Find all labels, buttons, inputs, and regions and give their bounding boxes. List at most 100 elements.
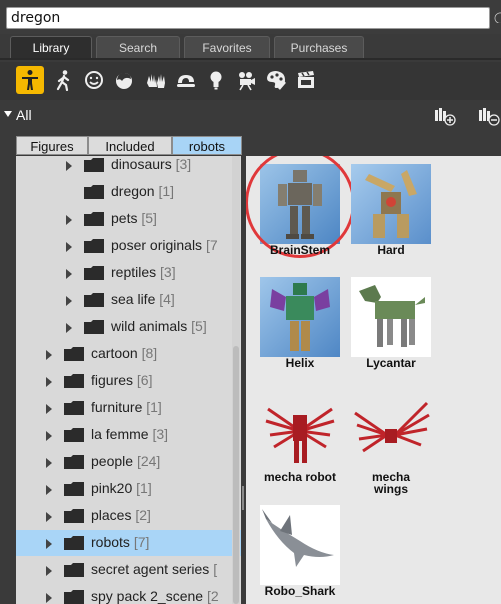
- item-label: Hard: [377, 243, 405, 257]
- tree-item[interactable]: reptiles [3]: [16, 260, 241, 286]
- filter-label[interactable]: All: [16, 107, 32, 123]
- folder-icon: [64, 455, 84, 469]
- tree-item[interactable]: cartoon [8]: [16, 341, 241, 367]
- tree-item[interactable]: spy pack 2_scene [2: [16, 584, 241, 604]
- tree-item-name: poser originals: [111, 237, 203, 253]
- folder-icon: [84, 320, 104, 334]
- tree-item-count: [7: [205, 237, 218, 253]
- tree-item[interactable]: figures [6]: [16, 368, 241, 394]
- content-item-mecha-wings[interactable]: mecha wings: [343, 383, 439, 495]
- tree-item-count: [2]: [135, 507, 151, 523]
- tree-item-name: wild animals: [111, 318, 188, 334]
- folder-icon: [84, 212, 104, 226]
- props-icon[interactable]: [172, 66, 200, 94]
- folder-icon: [64, 563, 84, 577]
- expand-arrow-icon[interactable]: [66, 242, 72, 252]
- folder-icon: [64, 536, 84, 550]
- tab-purchases[interactable]: Purchases: [274, 36, 364, 58]
- search-input[interactable]: dregon: [6, 7, 490, 29]
- tree-item-label: la femme [3]: [91, 426, 168, 442]
- tree-item-count: [7]: [133, 534, 150, 550]
- tree-scrollbar[interactable]: [232, 156, 240, 604]
- expand-arrow-icon[interactable]: [66, 161, 72, 171]
- tab-divider: [0, 58, 501, 60]
- expand-arrow-icon[interactable]: [46, 404, 52, 414]
- search-clear-icon[interactable]: ◯: [494, 11, 501, 23]
- tree-item[interactable]: pink20 [1]: [16, 476, 241, 502]
- content-item-helix[interactable]: Helix: [252, 269, 348, 381]
- thumbnail-mecha-wings: [351, 391, 431, 471]
- tab-search[interactable]: Search: [96, 36, 180, 58]
- expand-arrow-icon[interactable]: [46, 512, 52, 522]
- item-label: mecha robot: [263, 470, 336, 484]
- tree-item-count: [1]: [146, 399, 162, 415]
- folder-icon: [64, 374, 84, 388]
- splitter-grip[interactable]: [242, 486, 244, 510]
- tree-item-label: spy pack 2_scene [2: [91, 588, 219, 604]
- lights-icon[interactable]: [202, 66, 230, 94]
- tree-item[interactable]: poser originals [7: [16, 233, 241, 259]
- expand-arrow-icon[interactable]: [46, 377, 52, 387]
- tree-item[interactable]: sea life [4]: [16, 287, 241, 313]
- category-toolbar: [0, 62, 501, 100]
- tree-item-label: cartoon [8]: [91, 345, 157, 361]
- figures-icon[interactable]: [16, 66, 44, 94]
- expand-arrow-icon[interactable]: [66, 269, 72, 279]
- cameras-icon[interactable]: [232, 66, 260, 94]
- hair-icon[interactable]: [110, 66, 138, 94]
- breadcrumb-robots[interactable]: robots: [172, 136, 242, 155]
- scenes-icon[interactable]: [292, 66, 320, 94]
- tab-favorites[interactable]: Favorites: [184, 36, 270, 58]
- materials-icon[interactable]: [262, 66, 290, 94]
- breadcrumb-included[interactable]: Included: [88, 136, 172, 155]
- tree-item-label: wild animals [5]: [111, 318, 207, 334]
- folder-icon: [64, 428, 84, 442]
- hands-icon[interactable]: [142, 66, 170, 94]
- expand-arrow-icon[interactable]: [46, 350, 52, 360]
- tree-item[interactable]: places [2]: [16, 503, 241, 529]
- expand-arrow-icon[interactable]: [46, 431, 52, 441]
- tree-item[interactable]: dregon [1]: [16, 179, 241, 205]
- tree-scroll-thumb[interactable]: [233, 346, 239, 604]
- content-item-robo-shark[interactable]: Robo_Shark: [252, 497, 348, 604]
- tree-item[interactable]: secret agent series [: [16, 557, 241, 583]
- tree-item-label: reptiles [3]: [111, 264, 176, 280]
- tree-item[interactable]: wild animals [5]: [16, 314, 241, 340]
- expand-arrow-icon[interactable]: [66, 323, 72, 333]
- content-item-mecha-robot[interactable]: mecha robot: [252, 383, 348, 495]
- tree-item-label: pets [5]: [111, 210, 157, 226]
- tree-item[interactable]: furniture [1]: [16, 395, 241, 421]
- add-library-icon[interactable]: [434, 106, 456, 126]
- tree-item-count: [2: [206, 588, 219, 604]
- expand-arrow-icon[interactable]: [46, 566, 52, 576]
- tree-item-count: [1]: [136, 480, 152, 496]
- tree-item-label: places [2]: [91, 507, 151, 523]
- tree-item[interactable]: la femme [3]: [16, 422, 241, 448]
- collapse-arrow-icon[interactable]: [4, 111, 12, 117]
- tree-item-label: pink20 [1]: [91, 480, 152, 496]
- tree-item[interactable]: robots [7]: [16, 530, 241, 556]
- poses-icon[interactable]: [50, 66, 78, 94]
- content-item-brainstem[interactable]: BrainStem: [246, 156, 355, 268]
- expand-arrow-icon[interactable]: [46, 458, 52, 468]
- tree-item-count: [3]: [152, 426, 169, 442]
- expressions-icon[interactable]: [80, 66, 108, 94]
- expand-arrow-icon[interactable]: [46, 485, 52, 495]
- expand-arrow-icon[interactable]: [46, 593, 52, 603]
- tree-item-name: reptiles: [111, 264, 157, 280]
- tree-item[interactable]: people [24]: [16, 449, 241, 475]
- breadcrumb-figures[interactable]: Figures: [16, 136, 88, 155]
- remove-library-icon[interactable]: [478, 106, 501, 126]
- content-item-lycantar[interactable]: Lycantar: [343, 269, 439, 381]
- thumbnail-hard: [351, 164, 431, 244]
- folder-icon: [64, 590, 84, 604]
- thumbnail-helix: [260, 277, 340, 357]
- content-item-hard[interactable]: Hard: [343, 156, 439, 268]
- folder-icon: [84, 266, 104, 280]
- expand-arrow-icon[interactable]: [66, 215, 72, 225]
- tree-item[interactable]: pets [5]: [16, 206, 241, 232]
- tab-library[interactable]: Library: [10, 36, 92, 58]
- expand-arrow-icon[interactable]: [46, 539, 52, 549]
- tree-item[interactable]: dinosaurs [3]: [16, 156, 241, 178]
- expand-arrow-icon[interactable]: [66, 296, 72, 306]
